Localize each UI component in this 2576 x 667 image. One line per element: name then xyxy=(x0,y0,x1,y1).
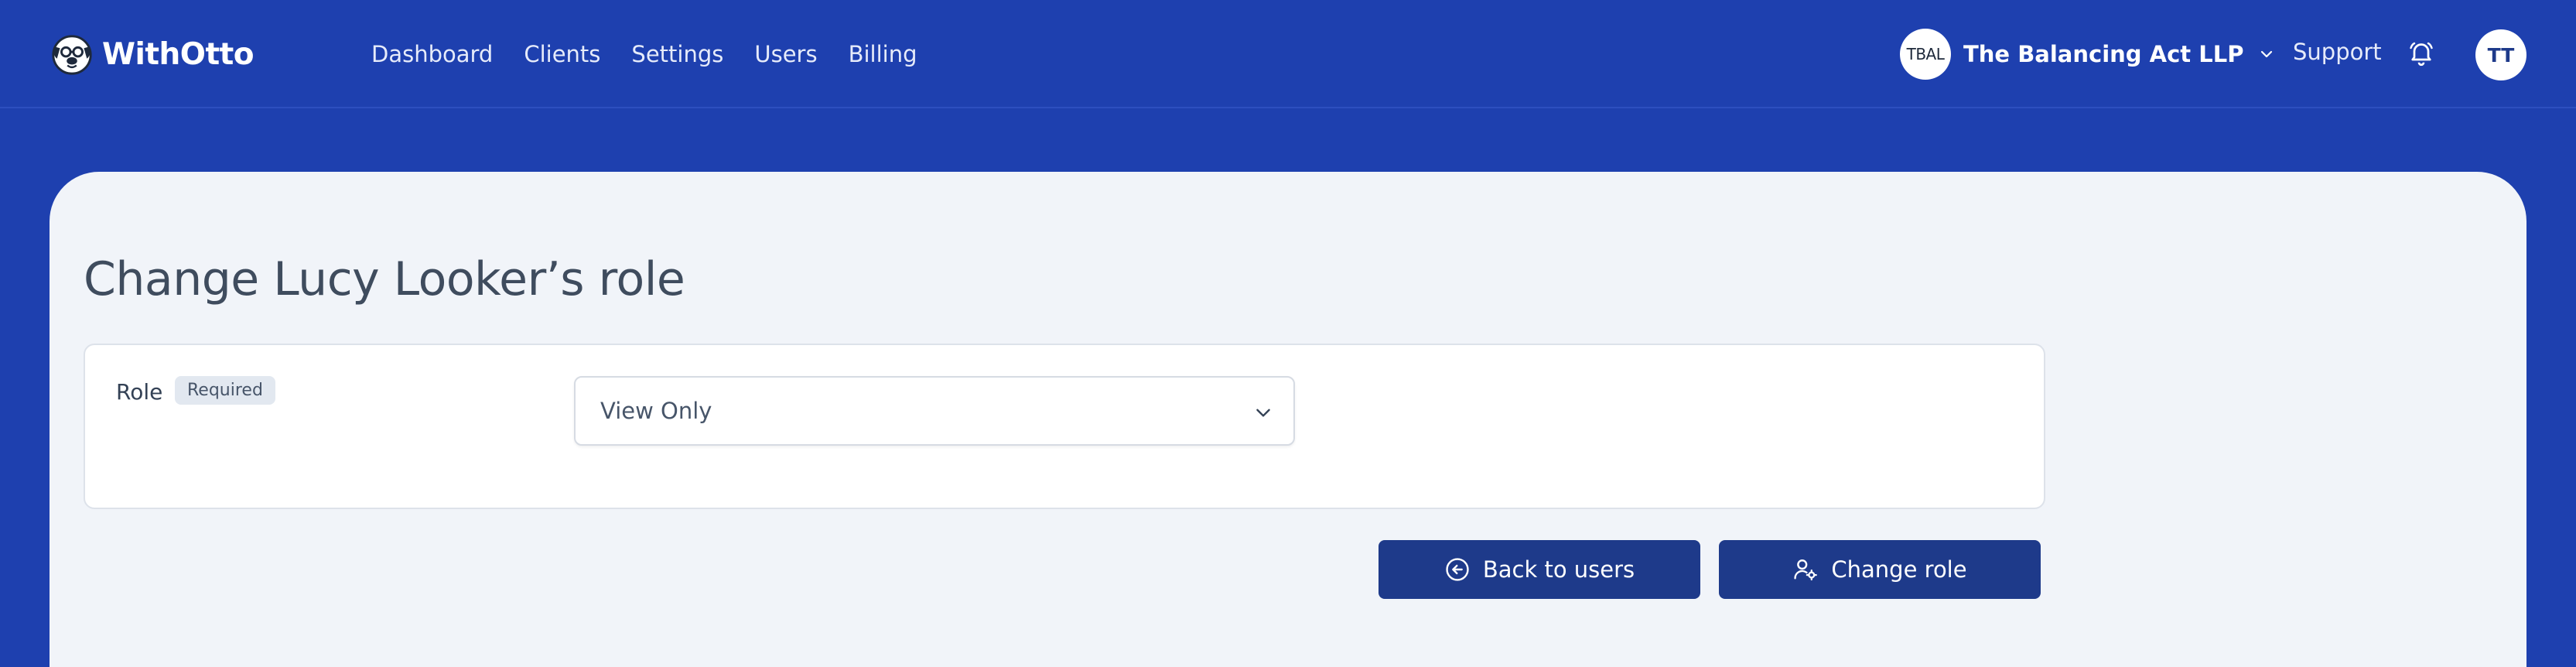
main-nav: Dashboard Clients Settings Users Billing xyxy=(371,0,917,108)
role-field-label: Role xyxy=(116,379,163,405)
back-to-users-label: Back to users xyxy=(1482,556,1635,583)
user-gear-icon xyxy=(1794,559,1818,581)
organization-switcher[interactable]: TBAL The Balancing Act LLP xyxy=(1900,28,2276,80)
required-badge: Required xyxy=(175,376,275,405)
back-to-users-button[interactable]: Back to users xyxy=(1379,540,1700,599)
bell-icon[interactable] xyxy=(2407,39,2435,67)
arrow-left-circle-icon xyxy=(1446,558,1469,581)
role-select-value: View Only xyxy=(600,398,712,424)
nav-item-clients[interactable]: Clients xyxy=(524,41,600,67)
brand-name: WithOtto xyxy=(102,36,255,72)
org-avatar: TBAL xyxy=(1900,29,1951,80)
change-role-label: Change role xyxy=(1831,556,1967,583)
support-link[interactable]: Support xyxy=(2293,39,2382,65)
user-avatar[interactable]: TT xyxy=(2475,29,2526,80)
change-role-button[interactable]: Change role xyxy=(1719,540,2041,599)
brand[interactable]: WithOtto xyxy=(50,32,255,76)
nav-item-users[interactable]: Users xyxy=(754,41,817,67)
chevron-down-icon xyxy=(2261,50,2273,58)
pug-logo-icon xyxy=(52,35,92,75)
main-content-panel: Change Lucy Looker’s role Role Required … xyxy=(50,172,2526,667)
chevron-down-icon xyxy=(1256,409,1270,417)
nav-item-dashboard[interactable]: Dashboard xyxy=(371,41,493,67)
nav-item-settings[interactable]: Settings xyxy=(631,41,723,67)
role-select[interactable]: View Only xyxy=(574,376,1295,446)
role-form-card: Role Required View Only xyxy=(84,344,2045,509)
nav-item-billing[interactable]: Billing xyxy=(849,41,917,67)
org-name: The Balancing Act LLP xyxy=(1963,41,2244,67)
page-title: Change Lucy Looker’s role xyxy=(84,252,685,306)
top-navigation-bar: WithOtto Dashboard Clients Settings User… xyxy=(0,0,2576,108)
